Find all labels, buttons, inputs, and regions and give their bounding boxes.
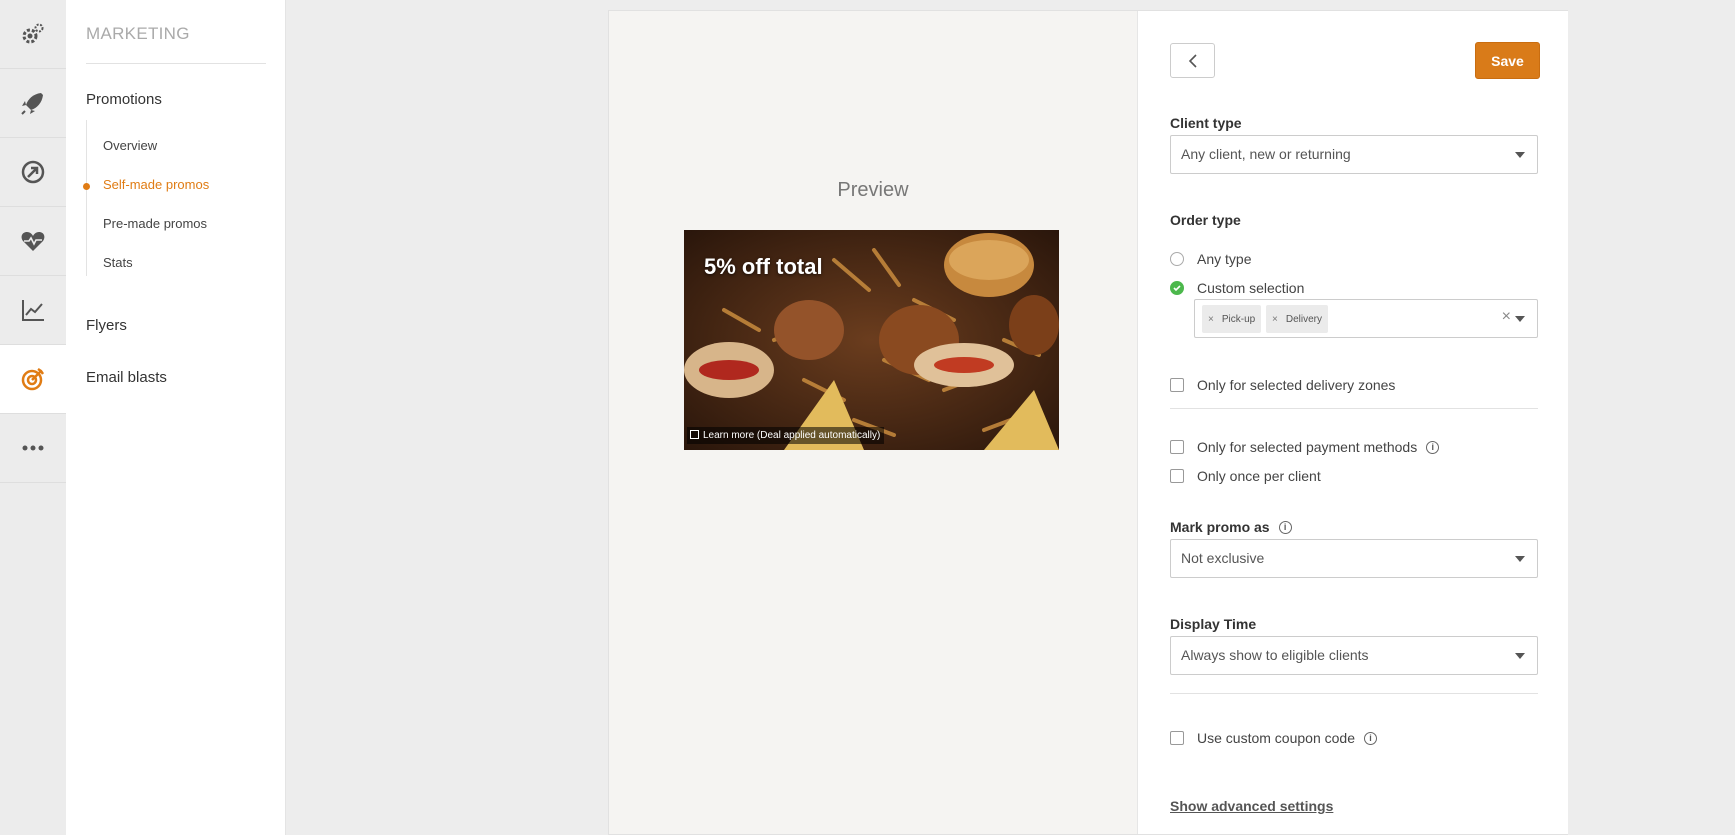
heart-pulse-icon [21,232,45,251]
checkbox-icon [1170,440,1184,454]
once-per-client-label: Only once per client [1197,468,1321,484]
tag-delivery: × Delivery [1266,305,1328,333]
client-type-label: Client type [1170,115,1242,131]
custom-selection-label: Custom selection [1197,280,1305,296]
nav-flyers[interactable]: Flyers [86,317,127,334]
preview-title: Preview [837,179,909,201]
promo-preview-image: 5% off total Learn more (Deal applied au… [684,230,1059,450]
mark-promo-select[interactable]: Not exclusive [1170,539,1538,578]
tag-pickup-label: Pick-up [1221,313,1256,325]
checkbox-icon [1170,469,1184,483]
client-type-select[interactable]: Any client, new or returning [1170,135,1538,174]
divider [1170,408,1538,409]
custom-coupon-label: Use custom coupon code [1197,730,1355,746]
remove-tag-icon[interactable]: × [1208,314,1214,325]
mark-promo-label-row: Mark promo as i [1170,519,1292,535]
icon-rail [0,0,67,835]
rail-item-analytics[interactable] [0,276,66,345]
rocket-icon [21,93,43,115]
rail-item-health[interactable] [0,207,66,276]
arrow-circle-icon [21,160,45,184]
subnav-divider [86,63,266,64]
checkbox-icon [1170,378,1184,392]
divider [1170,693,1538,694]
chevron-down-icon [1515,152,1525,158]
nav-stats[interactable]: Stats [103,255,133,270]
rail-item-marketing[interactable] [0,345,66,414]
checkbox-icon [1170,731,1184,745]
chevron-left-icon [1188,53,1197,68]
settings-panel: Save Client type Any client, new or retu… [1137,11,1568,834]
tag-delivery-label: Delivery [1285,313,1322,325]
learn-more-text: Learn more (Deal applied automatically) [703,430,881,441]
mark-promo-value: Not exclusive [1181,550,1265,566]
subnav-title: MARKETING [86,24,190,43]
order-type-label: Order type [1170,212,1241,228]
radio-unchecked-icon [1170,252,1184,266]
marketing-subnav: MARKETING Promotions Overview Self-made … [66,0,286,835]
display-time-select[interactable]: Always show to eligible clients [1170,636,1538,675]
rail-item-settings[interactable] [0,0,66,69]
target-icon [21,367,45,391]
payment-methods-checkbox[interactable]: Only for selected payment methods i [1170,439,1440,455]
chevron-down-icon [1515,316,1525,322]
promo-headline: 5% off total [704,254,823,279]
nav-pre-made-promos[interactable]: Pre-made promos [103,216,207,231]
clear-all-icon[interactable]: × [1502,308,1511,326]
promo-editor-card: Preview 5% off total Learn more (Deal ap… [608,10,1568,835]
promotions-subtree: Overview Self-made promos Pre-made promo… [83,120,267,276]
payment-methods-label: Only for selected payment methods [1197,439,1418,455]
info-box-icon [690,430,699,439]
remove-tag-icon[interactable]: × [1272,314,1278,325]
tag-pickup: × Pick-up [1202,305,1262,333]
info-icon[interactable]: i [1363,731,1377,745]
line-chart-icon [22,300,44,321]
save-button[interactable]: Save [1475,42,1540,79]
once-per-client-checkbox[interactable]: Only once per client [1170,468,1321,484]
nav-self-made-promos[interactable]: Self-made promos [103,177,209,192]
order-type-multiselect[interactable]: × Pick-up × Delivery × [1194,299,1538,338]
chevron-down-icon [1515,653,1525,659]
delivery-zones-checkbox[interactable]: Only for selected delivery zones [1170,377,1395,393]
back-button[interactable] [1170,43,1215,78]
nav-email-blasts[interactable]: Email blasts [86,369,167,386]
order-type-any-radio[interactable]: Any type [1170,251,1251,267]
rail-item-redirect[interactable] [0,138,66,207]
display-time-value: Always show to eligible clients [1181,647,1369,663]
more-dots-icon [22,445,44,451]
chevron-down-icon [1515,556,1525,562]
rail-item-launch[interactable] [0,69,66,138]
order-type-custom-radio[interactable]: Custom selection [1170,280,1304,296]
show-advanced-settings-link[interactable]: Show advanced settings [1170,798,1333,814]
nav-overview[interactable]: Overview [103,138,157,153]
active-indicator-dot [83,183,90,190]
mark-promo-label: Mark promo as [1170,519,1270,535]
custom-coupon-checkbox[interactable]: Use custom coupon code i [1170,730,1377,746]
client-type-value: Any client, new or returning [1181,146,1351,162]
display-time-label: Display Time [1170,616,1257,632]
rail-item-more[interactable] [0,414,66,483]
gears-icon [22,23,44,44]
nav-promotions[interactable]: Promotions [86,91,162,108]
info-icon[interactable]: i [1426,440,1440,454]
any-type-label: Any type [1197,251,1252,267]
delivery-zones-label: Only for selected delivery zones [1197,377,1396,393]
radio-checked-icon [1170,281,1184,295]
learn-more-link[interactable]: Learn more (Deal applied automatically) [687,427,885,444]
info-icon[interactable]: i [1278,520,1292,534]
